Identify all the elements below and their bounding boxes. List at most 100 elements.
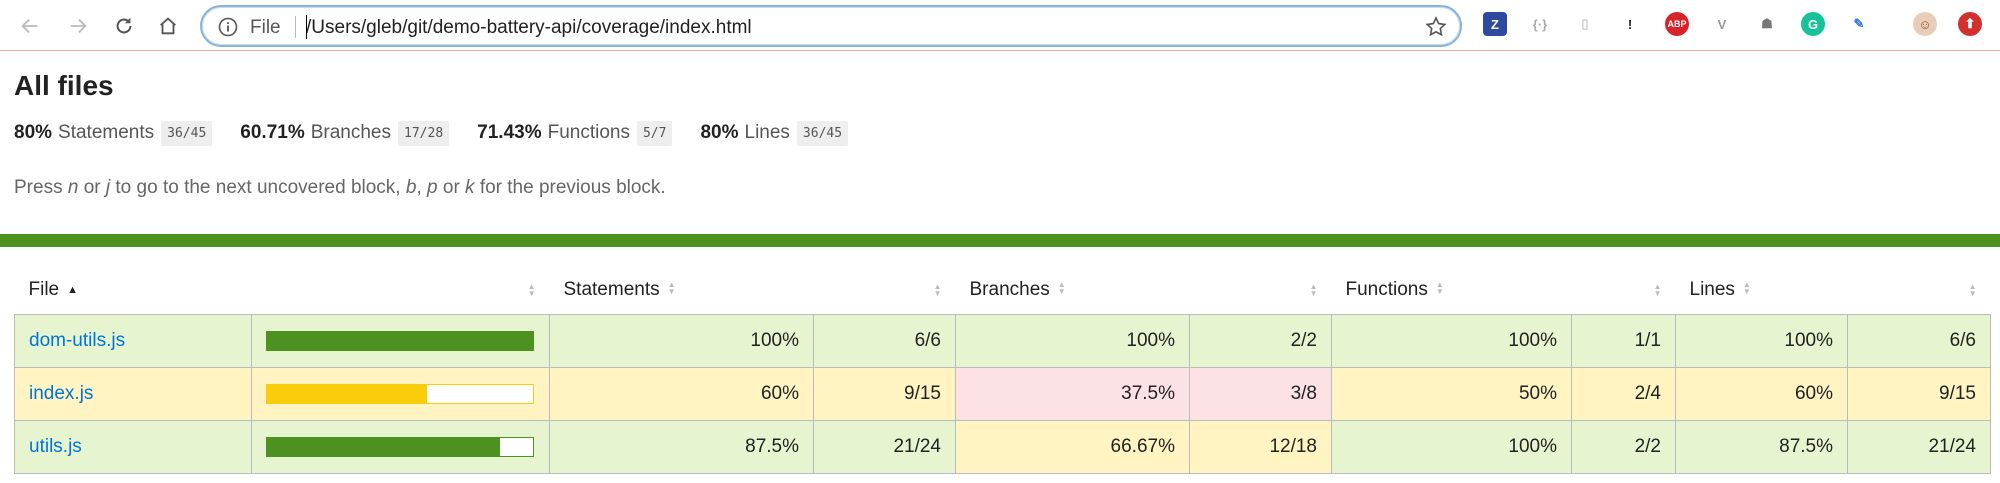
cell-branches-fraction: 12/18	[1189, 419, 1332, 474]
coverage-progress-fill	[267, 331, 533, 350]
text-caret	[306, 15, 307, 39]
summary-functions: 71.43% Functions 5/7	[477, 120, 673, 146]
header-functions-label: Functions	[1345, 278, 1428, 300]
file-link[interactable]: dom-utils.js	[29, 330, 125, 351]
cell-file: index.js	[14, 366, 252, 421]
forward-button[interactable]	[62, 10, 94, 42]
summary-lines: 80% Lines 36/45	[700, 120, 849, 146]
sort-icon: ▲ ▼	[933, 282, 942, 298]
url-separator	[295, 16, 296, 38]
hint-text: ,	[416, 177, 428, 198]
info-icon[interactable]	[218, 17, 238, 37]
arrow-right-icon	[70, 18, 87, 34]
summary-label: Lines	[744, 122, 790, 143]
cell-functions-pct: 100%	[1331, 313, 1572, 368]
header-branches[interactable]: Branches ▲ ▼	[956, 266, 1190, 314]
cell-statements-pct: 87.5%	[549, 419, 814, 474]
header-lines-label: Lines	[1689, 278, 1735, 300]
z-extension-icon[interactable]: Z	[1483, 12, 1507, 36]
sort-icon: ▲ ▼	[527, 282, 536, 298]
header-functions[interactable]: Functions ▲ ▼	[1332, 266, 1572, 314]
cell-lines-pct: 60%	[1675, 366, 1848, 421]
cell-lines-pct: 87.5%	[1675, 419, 1848, 474]
reload-button[interactable]	[108, 10, 140, 42]
cell-coverage-bar	[251, 366, 550, 421]
hint-text: for the previous block.	[474, 177, 666, 198]
profile-avatar-icon[interactable]: ☺	[1913, 12, 1937, 36]
cell-branches-pct: 100%	[955, 313, 1190, 368]
cell-statements-pct: 60%	[549, 366, 814, 421]
table-row: index.js 60% 9/15 37.5% 3/8 50% 2/4 60% 9/15	[14, 366, 1991, 421]
cell-lines-fraction: 9/15	[1847, 366, 1991, 421]
file-link[interactable]: utils.js	[29, 436, 82, 457]
robot-extension-icon[interactable]: ☗	[1755, 12, 1779, 36]
header-lines[interactable]: Lines ▲ ▼	[1676, 266, 1848, 314]
cell-coverage-bar	[251, 313, 550, 368]
keyboard-hint: Press n or j to go to the next uncovered…	[14, 177, 666, 199]
sort-icon: ▲ ▼	[1309, 282, 1318, 298]
header-functions-raw[interactable]: ▲ ▼	[1572, 266, 1676, 314]
cell-branches-fraction: 2/2	[1189, 313, 1332, 368]
summary-pct: 80%	[14, 122, 53, 143]
hint-text: to go to the next uncovered block,	[110, 177, 406, 198]
header-statements[interactable]: Statements ▲ ▼	[550, 266, 814, 314]
back-button[interactable]	[14, 10, 46, 42]
table-row: utils.js 87.5% 21/24 66.67% 12/18 100% 2/2 87.5…	[14, 419, 1991, 474]
coverage-table: File ▲ ▲ ▼ Statements ▲ ▼ ▲ ▼ Branches ▲ ▼ ▲ ▼ F…	[14, 266, 1991, 474]
sort-icon: ▲ ▼	[667, 279, 676, 296]
sort-icon: ▲ ▼	[1435, 279, 1444, 296]
address-bar[interactable]: File /Users/gleb/git/demo-battery-api/co…	[200, 5, 1462, 47]
feather-extension-icon[interactable]: ✎	[1847, 12, 1871, 36]
summary-pct: 60.71%	[240, 122, 305, 143]
cell-branches-fraction: 3/8	[1189, 366, 1332, 421]
home-button[interactable]	[152, 10, 184, 42]
summary-label: Functions	[547, 122, 630, 143]
1password-icon[interactable]: !	[1618, 12, 1642, 36]
cell-statements-fraction: 21/24	[813, 419, 956, 474]
header-branches-raw[interactable]: ▲ ▼	[1190, 266, 1332, 314]
coverage-status-bar	[0, 234, 2000, 247]
header-branches-label: Branches	[969, 278, 1050, 300]
header-statements-label: Statements	[563, 278, 660, 300]
sort-icon: ▲ ▼	[1057, 279, 1066, 296]
cell-file: utils.js	[14, 419, 252, 474]
hint-key: b	[405, 177, 417, 198]
page-extension-icon[interactable]: ▯	[1573, 12, 1597, 36]
header-file-label: File	[28, 278, 60, 300]
url-text[interactable]: /Users/gleb/git/demo-battery-api/coverag…	[306, 17, 752, 39]
update-icon[interactable]: ⬆	[1958, 12, 1982, 36]
cell-branches-pct: 37.5%	[955, 366, 1190, 421]
table-row: dom-utils.js 100% 6/6 100% 2/2 100% 1/1 100% 6/6	[14, 313, 1991, 368]
adblock-plus-icon[interactable]: ABP	[1665, 12, 1689, 36]
header-file[interactable]: File ▲	[15, 266, 252, 314]
summary-fraction: 17/28	[398, 120, 450, 146]
cell-lines-pct: 100%	[1675, 313, 1848, 368]
summary-label: Branches	[310, 122, 392, 143]
cell-statements-fraction: 9/15	[813, 366, 956, 421]
sort-ascending-icon: ▲	[67, 283, 79, 296]
hint-text: or	[78, 177, 106, 198]
cell-functions-fraction: 2/2	[1571, 419, 1676, 474]
summary-label: Statements	[58, 122, 155, 143]
coverage-table-body: dom-utils.js 100% 6/6 100% 2/2 100% 1/1 100% 6/6…	[14, 313, 1991, 474]
hint-text: or	[437, 177, 466, 198]
summary-fraction: 5/7	[636, 120, 673, 146]
cell-lines-fraction: 21/24	[1847, 419, 1991, 474]
cell-lines-fraction: 6/6	[1847, 313, 1991, 368]
summary-pct: 80%	[700, 122, 739, 143]
arrow-left-icon	[21, 18, 38, 34]
bookmark-star-icon[interactable]	[1424, 15, 1448, 39]
page-title: All files	[14, 70, 114, 101]
header-lines-raw[interactable]: ▲ ▼	[1848, 266, 1991, 314]
grammarly-icon[interactable]: G	[1801, 12, 1825, 36]
hint-key: p	[427, 177, 438, 198]
summary-pct: 71.43%	[477, 122, 542, 143]
header-file-bar[interactable]: ▲ ▼	[252, 266, 550, 314]
vue-devtools-icon[interactable]: V	[1710, 12, 1734, 36]
cell-functions-pct: 50%	[1331, 366, 1572, 421]
file-link[interactable]: index.js	[29, 383, 93, 404]
coverage-progress-bar	[266, 330, 534, 351]
header-statements-raw[interactable]: ▲ ▼	[814, 266, 956, 314]
code-extension-icon[interactable]: {·}	[1528, 12, 1552, 36]
cell-functions-fraction: 1/1	[1571, 313, 1676, 368]
